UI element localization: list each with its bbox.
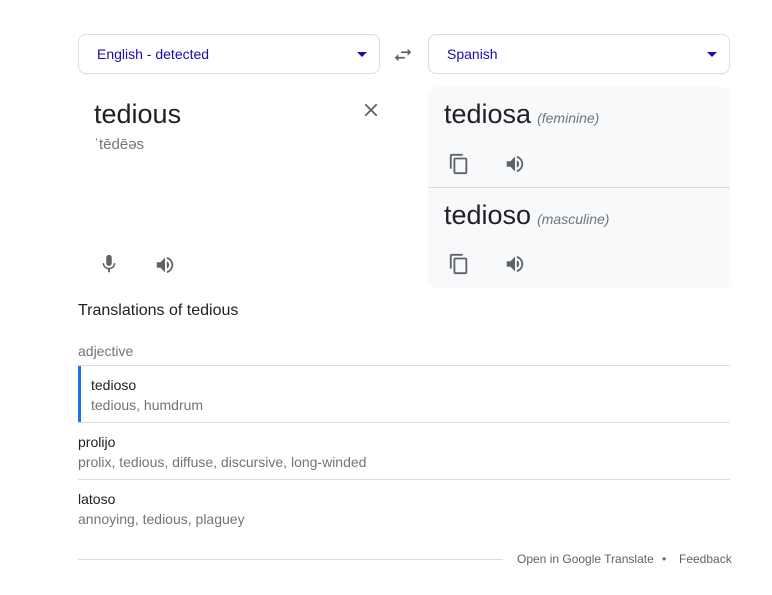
translation-synonyms: tedious, humdrum xyxy=(91,397,204,413)
translation-item-latoso[interactable]: latoso annoying, tedious, plaguey xyxy=(78,480,730,536)
speaker-icon[interactable] xyxy=(151,251,179,279)
speaker-icon[interactable] xyxy=(501,250,529,278)
translation-result-panel: tediosa (feminine) tedioso (masculine) xyxy=(428,87,730,288)
translations-heading: Translations of tedious xyxy=(78,302,239,319)
result-divider xyxy=(428,187,730,188)
target-language-label: Spanish xyxy=(447,46,498,62)
part-of-speech-label: adjective xyxy=(78,343,134,359)
chevron-down-icon xyxy=(707,52,717,57)
translation-synonyms: annoying, tedious, plaguey xyxy=(78,511,245,527)
translation-synonyms: prolix, tedious, diffuse, discursive, lo… xyxy=(78,454,367,470)
translation-word: prolijo xyxy=(78,434,116,450)
target-language-select[interactable]: Spanish xyxy=(428,34,730,74)
gender-label: (masculine) xyxy=(537,211,610,227)
source-language-label: English - detected xyxy=(97,46,210,62)
copy-icon[interactable] xyxy=(445,150,473,178)
source-text[interactable]: tedious xyxy=(94,99,181,130)
speaker-icon[interactable] xyxy=(501,150,529,178)
source-phonetic: ˈtēdēəs xyxy=(94,136,145,153)
footer-divider xyxy=(78,559,503,560)
chevron-down-icon xyxy=(357,52,367,57)
translation-word: tedioso xyxy=(91,377,137,393)
translation-item-prolijo[interactable]: prolijo prolix, tedious, diffuse, discur… xyxy=(78,423,730,479)
close-icon[interactable] xyxy=(357,96,385,124)
swap-languages-icon[interactable] xyxy=(389,41,417,69)
copy-icon[interactable] xyxy=(445,250,473,278)
translation-word: latoso xyxy=(78,491,116,507)
gender-label: (feminine) xyxy=(537,110,600,126)
open-in-google-translate-link[interactable]: Open in Google Translate xyxy=(517,552,654,566)
source-language-select[interactable]: English - detected xyxy=(78,34,380,74)
microphone-icon[interactable] xyxy=(95,250,123,278)
translation-item-tedioso[interactable]: tedioso tedious, humdrum xyxy=(78,366,730,422)
footer-separator: • xyxy=(662,552,667,566)
feedback-link[interactable]: Feedback xyxy=(679,552,732,566)
result-word: tediosa xyxy=(444,99,532,129)
result-word: tedioso xyxy=(444,200,532,230)
